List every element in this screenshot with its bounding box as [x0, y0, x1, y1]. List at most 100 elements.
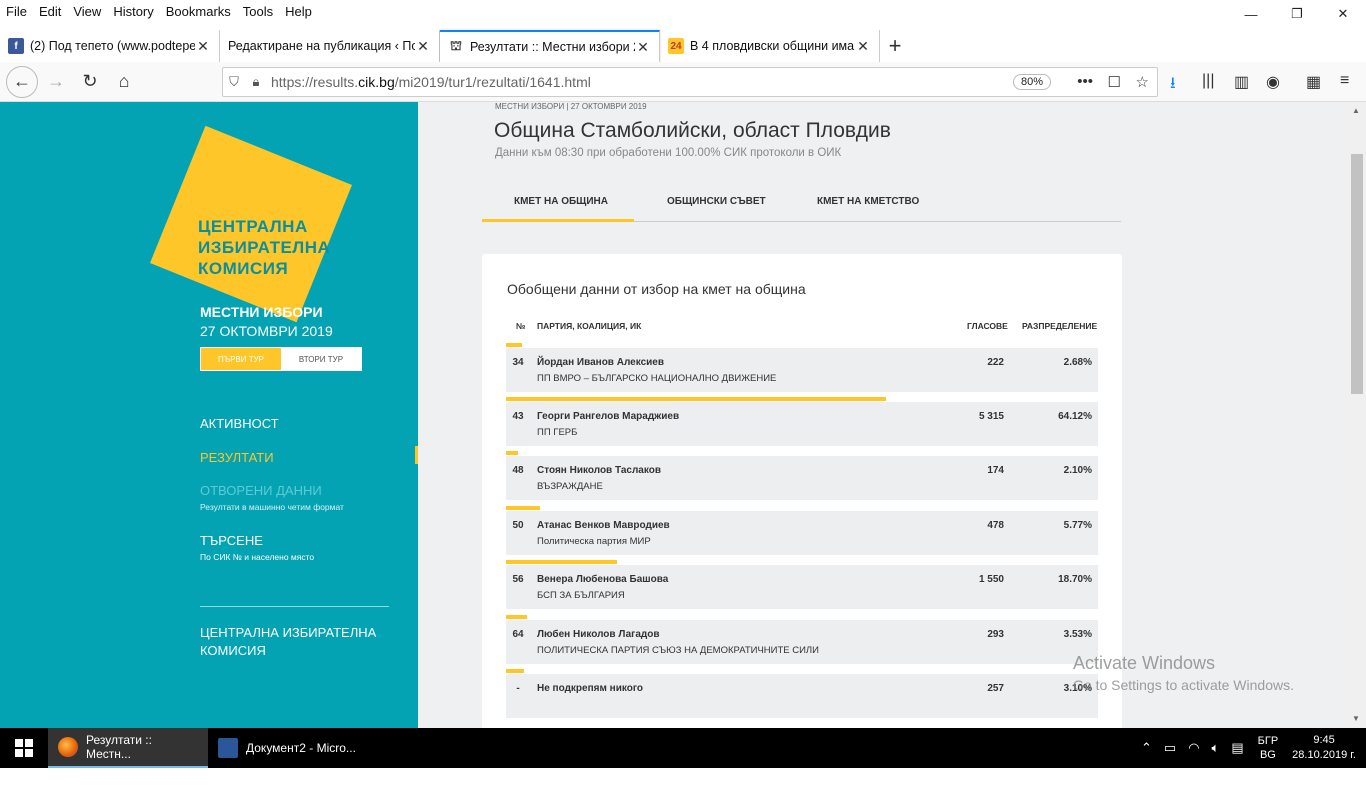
battery-icon[interactable]: ▭	[1164, 740, 1176, 756]
system-tray: ⌃ ▭ ◠ 🔈︎ ▤ БГР BG 9:45 28.10.2019 г.	[1135, 728, 1366, 768]
logo-line: ЦЕНТРАЛНА	[198, 217, 308, 236]
page-subtitle: Данни към 08:30 при обработени 100.00% С…	[495, 147, 842, 159]
results-tabs: КМЕТ НА ОБЩИНА ОБЩИНСКИ СЪВЕТ КМЕТ НА КМ…	[482, 182, 1121, 222]
sidebar-item-results[interactable]: РЕЗУЛТАТИ	[200, 450, 274, 465]
column-header-votes: ГЛАСОВЕ	[967, 321, 1008, 331]
cik-icon: ⛫	[450, 38, 462, 53]
cell-votes: 222	[987, 357, 1004, 368]
cell-party: ПОЛИТИЧЕСКА ПАРТИЯ СЪЮЗ НА ДЕМОКРАТИЧНИТ…	[537, 645, 819, 656]
library-icon[interactable]: |||	[1202, 72, 1214, 90]
tab-results[interactable]: ⛫ Резултати :: Местни избори 27. ✕	[440, 30, 660, 62]
download-icon[interactable]: ⭳	[1170, 72, 1176, 99]
menu-help[interactable]: Help	[279, 2, 318, 22]
scroll-thumb[interactable]	[1351, 154, 1363, 394]
hamburger-menu-icon[interactable]: ≡	[1340, 72, 1349, 90]
round1-button[interactable]: ПЪРВИ ТУР	[201, 348, 281, 370]
cell-number: 48	[512, 465, 524, 476]
url-text[interactable]: https://results.cik.bg/mi2019/tur1/rezul…	[271, 74, 591, 90]
share-bar	[506, 669, 524, 673]
shield-icon[interactable]: ⛉	[223, 74, 245, 90]
close-tab-icon[interactable]: ✕	[195, 38, 211, 55]
window-controls: — ❐ ✕	[1228, 0, 1366, 28]
pocket-icon[interactable]: ☐	[1108, 73, 1121, 91]
round2-button[interactable]: ВТОРИ ТУР	[281, 348, 361, 370]
back-button[interactable]: ←	[6, 65, 38, 98]
cell-votes: 1 550	[978, 574, 1004, 585]
cell-distribution: 18.70%	[1058, 574, 1092, 585]
cell-distribution: 5.77%	[1063, 520, 1092, 531]
row-background	[506, 674, 1098, 718]
election-date: 27 ОКТОМВРИ 2019	[200, 323, 333, 339]
language-code: БГР	[1257, 735, 1279, 747]
sidebar-item-cik[interactable]: ЦЕНТРАЛНА ИЗБИРАТЕЛНА КОМИСИЯ	[200, 624, 376, 660]
column-header-distribution: РАЗПРЕДЕЛЕНИЕ	[1022, 321, 1098, 331]
account-icon[interactable]: ◉	[1266, 72, 1280, 92]
bookmark-star-icon[interactable]: ☆	[1136, 73, 1149, 91]
start-button[interactable]	[0, 728, 48, 768]
cell-candidate: Георги Рангелов Мараджиев	[537, 411, 680, 422]
word-icon	[218, 738, 238, 758]
scroll-down-icon[interactable]: ▼	[1352, 714, 1360, 723]
cell-candidate: Стоян Николов Таслаков	[537, 465, 661, 476]
notification-icon[interactable]: ▤	[1231, 740, 1243, 756]
volume-icon[interactable]: 🔈︎	[1212, 740, 1220, 756]
lock-icon[interactable]: 🔒︎	[245, 74, 267, 90]
scroll-up-icon[interactable]: ▲	[1352, 106, 1360, 115]
sidebar-divider	[200, 606, 389, 607]
tab-council[interactable]: ОБЩИНСКИ СЪВЕТ	[667, 196, 766, 207]
language-indicator[interactable]: БГР BG	[1258, 734, 1279, 762]
logo-line: ИЗБИРАТЕЛНА	[198, 238, 331, 257]
url-bar[interactable]: ⛉ 🔒︎ https://results.cik.bg/mi2019/tur1/…	[222, 67, 1158, 97]
tab-news[interactable]: 24 В 4 пловдивски общини има ... ✕	[660, 30, 880, 62]
election-title: МЕСТНИ ИЗБОРИ	[200, 304, 323, 320]
clock[interactable]: 9:45 28.10.2019 г.	[1292, 733, 1356, 763]
reload-button[interactable]: ↻	[74, 66, 106, 98]
navigation-toolbar: ← → ↻ ⌂ ⛉ 🔒︎ https://results.cik.bg/mi20…	[0, 62, 1366, 102]
zoom-level[interactable]: 80%	[1012, 74, 1051, 90]
tab-strip: f (2) Под тепето (www.podtepeto ✕ Редакт…	[0, 28, 1366, 62]
tab-podtepeto[interactable]: f (2) Под тепето (www.podtepeto ✕	[0, 30, 220, 62]
nav-label: ТЪРСЕНЕ	[200, 533, 263, 548]
sidebar-item-activity[interactable]: АКТИВНОСТ	[200, 416, 279, 431]
chevron-up-icon[interactable]: ⌃	[1141, 740, 1152, 756]
sidebar-item-open-data[interactable]: ОТВОРЕНИ ДАННИ Резултати в машинно четим…	[200, 483, 344, 512]
cell-candidate: Йордан Иванов Алексиев	[537, 357, 665, 368]
tab-edit-post[interactable]: Редактиране на публикация ‹ Под ✕	[220, 30, 440, 62]
close-tab-icon[interactable]: ✕	[855, 38, 871, 55]
taskbar-app-firefox[interactable]: Резултати :: Местн...	[48, 728, 208, 768]
wifi-icon[interactable]: ◠	[1188, 740, 1199, 756]
close-window-button[interactable]: ✕	[1320, 0, 1366, 28]
cik-logo[interactable]: ЦЕНТРАЛНА ИЗБИРАТЕЛНА КОМИСИЯ	[198, 216, 330, 279]
close-tab-icon[interactable]: ✕	[635, 39, 651, 56]
menu-tools[interactable]: Tools	[237, 2, 279, 22]
home-button[interactable]: ⌂	[108, 66, 140, 98]
more-actions-icon[interactable]: •••	[1077, 73, 1093, 90]
menu-bookmarks[interactable]: Bookmarks	[160, 2, 237, 22]
sidebar: ЦЕНТРАЛНА ИЗБИРАТЕЛНА КОМИСИЯ МЕСТНИ ИЗБ…	[0, 102, 418, 728]
share-bar	[506, 615, 527, 619]
cell-distribution: 2.10%	[1063, 465, 1092, 476]
page-scrollbar[interactable]: ▲ ▼	[1348, 102, 1366, 728]
table-row: 50 Атанас Венков Мавродиев Политическа пар…	[506, 506, 1098, 555]
taskbar-app-word[interactable]: Документ2 - Micro...	[208, 728, 368, 768]
new-tab-button[interactable]: +	[880, 30, 910, 62]
menu-file[interactable]: File	[0, 2, 33, 22]
forward-button[interactable]: →	[40, 66, 72, 98]
cell-number: 34	[512, 357, 524, 368]
sidebar-icon[interactable]: ▥	[1234, 72, 1249, 92]
restore-button[interactable]: ❐	[1274, 0, 1320, 28]
menu-history[interactable]: History	[107, 2, 159, 22]
minimize-button[interactable]: —	[1228, 0, 1274, 28]
sidebar-item-search[interactable]: ТЪРСЕНЕ По СИК № и населено място	[200, 533, 314, 562]
tab-mayor[interactable]: КМЕТ НА ОБЩИНА	[514, 196, 608, 207]
tab-label: (2) Под тепето (www.podtepeto	[30, 39, 195, 53]
extensions-icon[interactable]: ▦	[1306, 72, 1321, 92]
tab-town-hall[interactable]: КМЕТ НА КМЕТСТВО	[817, 196, 919, 207]
table-row: 43 Георги Рангелов Мараджиев ПП ГЕРБ 5 315 6…	[506, 397, 1098, 446]
menu-edit[interactable]: Edit	[33, 2, 67, 22]
cell-number: 64	[512, 629, 524, 640]
menu-view[interactable]: View	[67, 2, 107, 22]
close-tab-icon[interactable]: ✕	[415, 38, 431, 55]
row-background	[506, 402, 1098, 446]
share-bar	[506, 451, 518, 455]
